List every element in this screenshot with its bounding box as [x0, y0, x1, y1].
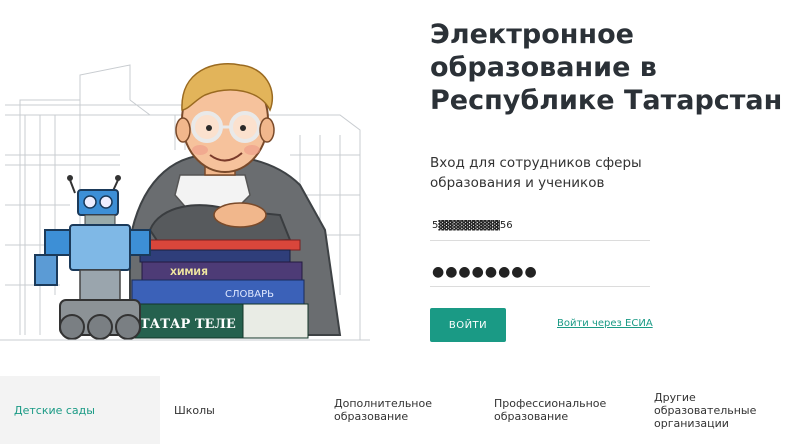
login-button[interactable]: ВОЙТИ: [430, 308, 506, 342]
book-dictionary-title: СЛОВАРЬ: [225, 289, 274, 300]
category-other-organizations[interactable]: Другие образовательные организации: [640, 376, 800, 444]
page-title: Электронное образование в Республике Тат…: [430, 19, 783, 116]
category-professional-education[interactable]: Профессиональное образование: [480, 376, 640, 444]
category-kindergartens[interactable]: Детские сады: [0, 376, 160, 444]
category-additional-education[interactable]: Дополнительное образование: [320, 376, 480, 444]
category-schools[interactable]: Школы: [160, 376, 320, 444]
hero-illustration: ХИМИЯ СЛОВАРЬ ТАТАР ТЕЛЕ: [0, 63, 370, 341]
category-tabs: Детские сады Школы Дополнительное образо…: [0, 376, 800, 444]
login-subtitle: Вход для сотрудников сферы образования и…: [430, 155, 642, 191]
login-input[interactable]: [430, 211, 650, 241]
book-chemistry-title: ХИМИЯ: [170, 268, 208, 278]
esia-login-link[interactable]: Войти через ЕСИА: [557, 318, 653, 329]
book-stack: ХИМИЯ СЛОВАРЬ ТАТАР ТЕЛЕ: [129, 239, 309, 339]
book-tatar-title: ТАТАР ТЕЛЕ: [140, 317, 236, 332]
password-input[interactable]: [430, 257, 650, 287]
